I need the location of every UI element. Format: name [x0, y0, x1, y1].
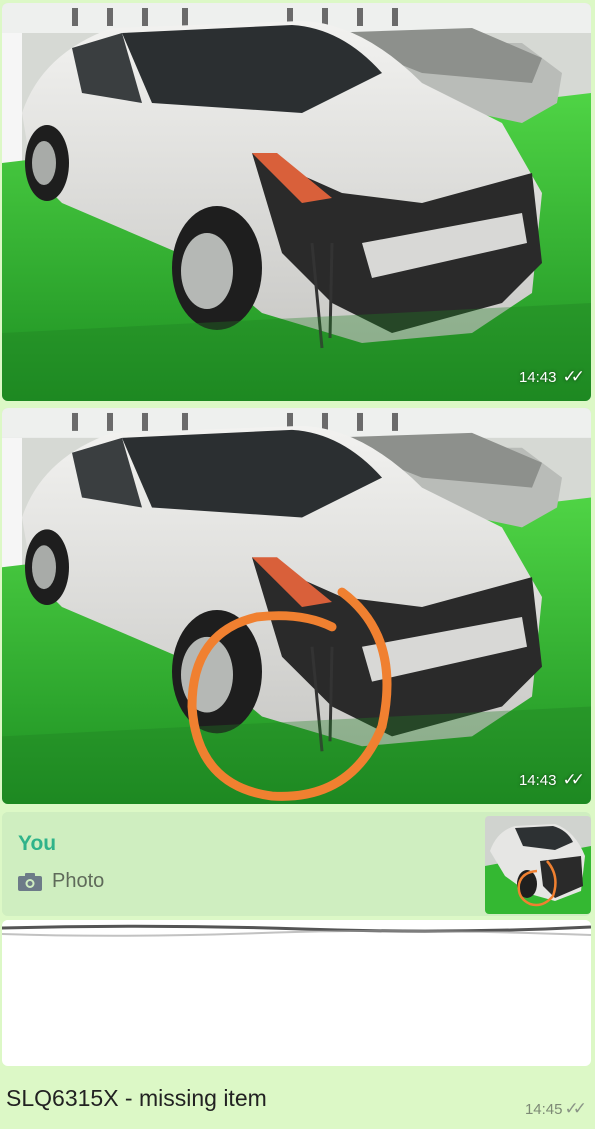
double-check-icon: ✓✓	[564, 1099, 587, 1118]
message-text: SLQ6315X - missing item	[6, 1085, 267, 1111]
message-meta: 14:45 ✓✓	[524, 1099, 587, 1119]
reply-thumbnail	[485, 816, 591, 914]
message-time: 14:45	[524, 1100, 563, 1118]
double-check-icon: ✓✓	[562, 770, 585, 789]
annotated-car-photo	[2, 408, 591, 804]
camera-icon	[18, 872, 42, 891]
reply-accent-bar	[2, 812, 7, 916]
message-meta: 14:43 ✓✓	[518, 770, 585, 790]
damaged-car-photo	[2, 3, 591, 401]
quoted-reply[interactable]: You Photo	[2, 812, 591, 916]
double-check-icon: ✓✓	[562, 367, 585, 386]
reply-media-label: Photo	[52, 870, 105, 892]
preview-strip	[2, 920, 591, 950]
thumbnail-image	[485, 816, 591, 914]
message-meta: 14:43 ✓✓	[518, 367, 585, 387]
photo-message[interactable]: 14:43 ✓✓	[2, 3, 591, 401]
reply-author: You	[18, 832, 57, 855]
reply-media-type: Photo	[18, 870, 104, 893]
message-time: 14:43	[518, 771, 557, 789]
message-time: 14:43	[518, 368, 557, 386]
photo-message[interactable]: 14:43 ✓✓	[2, 408, 591, 804]
preview-card[interactable]	[2, 920, 591, 1066]
